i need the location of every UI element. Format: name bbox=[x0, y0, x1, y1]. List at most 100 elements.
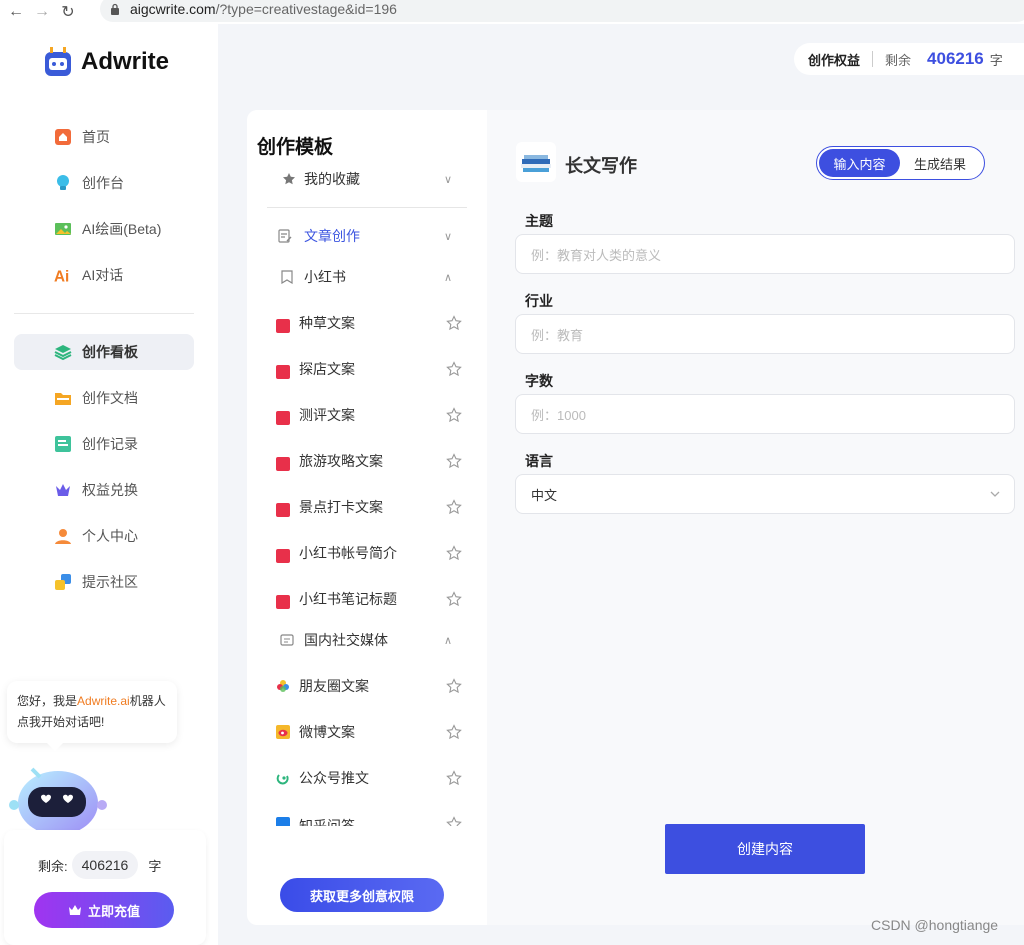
template-item[interactable]: 旅游攻略文案 bbox=[247, 449, 487, 473]
folder-icon bbox=[55, 393, 71, 405]
record-icon bbox=[55, 436, 71, 452]
star-outline-icon[interactable] bbox=[446, 407, 462, 423]
community-icon bbox=[55, 574, 71, 590]
nav-profile[interactable]: 个人中心 bbox=[14, 518, 194, 554]
home-icon bbox=[55, 129, 71, 145]
star-outline-icon[interactable] bbox=[446, 816, 462, 826]
chevron-up-icon: ∧ bbox=[444, 634, 453, 647]
form-title: 长文写作 bbox=[565, 156, 637, 176]
template-divider bbox=[267, 207, 467, 208]
create-content-button[interactable]: 创建内容 bbox=[665, 824, 865, 874]
balance-label: 剩余: bbox=[38, 858, 68, 874]
logo[interactable]: Adwrite bbox=[43, 46, 169, 78]
favorites-label: 我的收藏 bbox=[304, 171, 360, 187]
star-outline-icon[interactable] bbox=[446, 499, 462, 515]
watermark: CSDN @hongtiange bbox=[871, 917, 999, 933]
template-item[interactable]: 公众号推文 bbox=[247, 766, 487, 790]
nav-label: 创作看板 bbox=[82, 344, 138, 360]
star-filled-icon bbox=[283, 173, 295, 185]
template-item[interactable]: 小红书笔记标题 bbox=[247, 587, 487, 611]
balance-unit: 字 bbox=[148, 858, 162, 874]
xiaohongshu-icon bbox=[276, 319, 290, 333]
url-path: /?type=creativestage&id=196 bbox=[215, 1, 397, 17]
star-outline-icon[interactable] bbox=[446, 545, 462, 561]
tab-input-content[interactable]: 输入内容 bbox=[819, 149, 900, 177]
xiaohongshu-icon bbox=[276, 411, 290, 425]
star-outline-icon[interactable] bbox=[446, 453, 462, 469]
article-group[interactable]: 文章创作 ∨ bbox=[247, 224, 487, 248]
language-label: 语言 bbox=[525, 453, 553, 469]
xiaohongshu-icon bbox=[276, 365, 290, 379]
star-outline-icon[interactable] bbox=[446, 678, 462, 694]
quota-divider bbox=[872, 51, 874, 67]
topic-label: 主题 bbox=[525, 213, 553, 229]
form-header-icon bbox=[516, 142, 556, 182]
industry-input[interactable]: 例：教育 bbox=[515, 314, 1015, 354]
template-item-label: 微博文案 bbox=[299, 724, 355, 740]
template-item[interactable]: 测评文案 bbox=[247, 403, 487, 427]
favorites-group[interactable]: 我的收藏 ∨ bbox=[247, 167, 487, 191]
star-outline-icon[interactable] bbox=[446, 724, 462, 740]
view-toggle: 输入内容 生成结果 bbox=[816, 146, 985, 180]
language-select[interactable]: 中文 bbox=[515, 474, 1015, 514]
robot-assistant-icon[interactable] bbox=[6, 759, 110, 839]
word-count-input[interactable]: 例：1000 bbox=[515, 394, 1015, 434]
bubble-prefix: 您好，我是 bbox=[17, 694, 78, 708]
xiaohongshu-icon bbox=[276, 595, 290, 609]
template-item[interactable]: 小红书帐号简介 bbox=[247, 541, 487, 565]
template-item[interactable]: 知乎问答 bbox=[247, 812, 487, 826]
article-label: 文章创作 bbox=[304, 228, 360, 244]
chevron-down-icon: ∨ bbox=[444, 230, 453, 243]
nav-label: 创作文档 bbox=[82, 390, 138, 406]
url-host: aigcwrite.com bbox=[130, 1, 216, 17]
tab-generated-result[interactable]: 生成结果 bbox=[900, 149, 980, 177]
nav-benefits[interactable]: 权益兑换 bbox=[14, 472, 194, 508]
template-item-label: 旅游攻略文案 bbox=[299, 453, 383, 469]
nav-ai-chat[interactable]: Ai AI对话 bbox=[14, 257, 194, 293]
star-outline-icon[interactable] bbox=[446, 361, 462, 377]
chat-box-icon bbox=[280, 634, 294, 646]
reload-icon[interactable]: ↻ bbox=[58, 2, 78, 22]
template-panel: 创作模板 我的收藏 ∨ 文章创作 ∨ 小红书 ∧ 种草文案 探店文案 测评文案 … bbox=[247, 110, 487, 925]
nav-creation-board[interactable]: 创作看板 bbox=[14, 334, 194, 370]
nav-label: 创作台 bbox=[82, 175, 124, 191]
nav-label: 首页 bbox=[82, 129, 110, 145]
recharge-label: 立即充值 bbox=[87, 903, 140, 919]
nav-records[interactable]: 创作记录 bbox=[14, 426, 194, 462]
zhihu-icon bbox=[276, 817, 290, 826]
xiaohongshu-icon bbox=[276, 457, 290, 471]
star-outline-icon[interactable] bbox=[446, 315, 462, 331]
language-value: 中文 bbox=[531, 487, 558, 503]
nav-community[interactable]: 提示社区 bbox=[14, 564, 194, 600]
crown-icon bbox=[68, 905, 81, 915]
more-permissions-button[interactable]: 获取更多创意权限 bbox=[280, 878, 444, 912]
template-item[interactable]: 种草文案 bbox=[247, 311, 487, 335]
recharge-button[interactable]: 立即充值 bbox=[34, 892, 174, 928]
template-item[interactable]: 朋友圈文案 bbox=[247, 674, 487, 698]
chevron-up-icon: ∧ bbox=[444, 271, 453, 284]
template-item[interactable]: 微博文案 bbox=[247, 720, 487, 744]
logo-text: Adwrite bbox=[81, 48, 170, 75]
nav-documents[interactable]: 创作文档 bbox=[14, 380, 194, 416]
star-outline-icon[interactable] bbox=[446, 770, 462, 786]
xiaohongshu-icon bbox=[276, 503, 290, 517]
quota-remaining-label: 剩余 bbox=[885, 52, 912, 68]
nav-ai-drawing[interactable]: AI绘画(Beta) bbox=[14, 211, 194, 247]
back-arrow-icon[interactable]: ← bbox=[6, 2, 26, 22]
template-item-label: 公众号推文 bbox=[299, 770, 369, 786]
template-item[interactable]: 景点打卡文案 bbox=[247, 495, 487, 519]
layers-icon bbox=[54, 345, 72, 361]
assistant-greeting-bubble[interactable]: 您好，我是Adwrite.ai机器人点我开始对话吧! bbox=[7, 681, 177, 751]
address-bar[interactable]: aigcwrite.com/?type=creativestage&id=196 bbox=[100, 0, 1024, 22]
xhs-group[interactable]: 小红书 ∧ bbox=[247, 265, 487, 289]
topic-input[interactable]: 例：教育对人类的意义 bbox=[515, 234, 1015, 274]
star-outline-icon[interactable] bbox=[446, 591, 462, 607]
nav-workbench[interactable]: 创作台 bbox=[14, 165, 194, 201]
template-item[interactable]: 探店文案 bbox=[247, 357, 487, 381]
nav-home[interactable]: 首页 bbox=[14, 119, 194, 155]
template-item-label: 小红书帐号简介 bbox=[299, 545, 397, 561]
social-group[interactable]: 国内社交媒体 ∧ bbox=[247, 628, 487, 652]
template-item-label: 朋友圈文案 bbox=[299, 678, 369, 694]
forward-arrow-icon[interactable]: → bbox=[32, 2, 52, 22]
nav-label: AI绘画(Beta) bbox=[82, 221, 162, 237]
